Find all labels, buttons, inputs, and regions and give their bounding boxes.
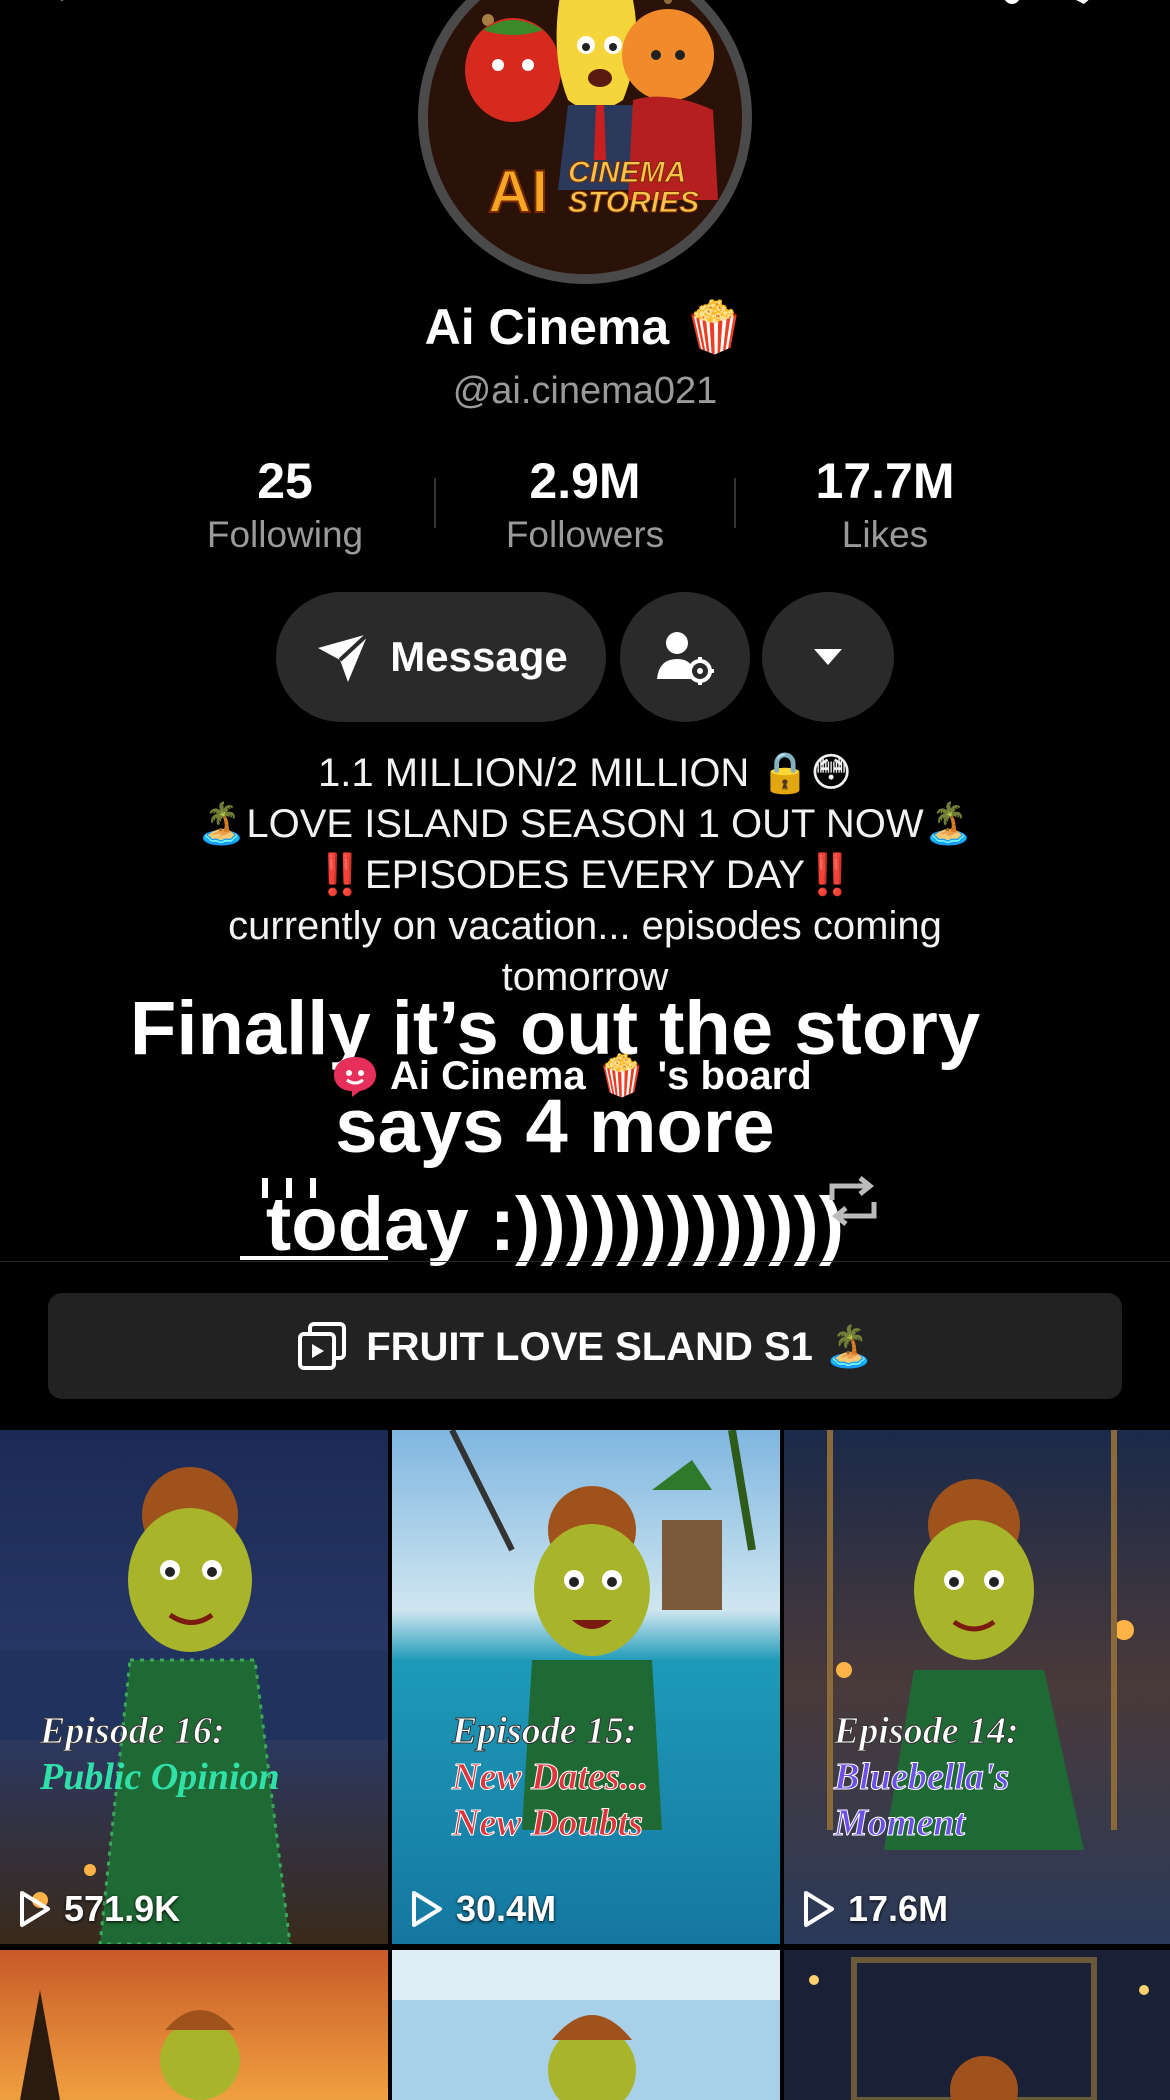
avatar[interactable]: AI CINEMA STORIES — [418, 0, 752, 284]
caption-underline — [240, 1256, 388, 1260]
video-thumbnail — [392, 1950, 780, 2100]
stat-followers-label: Followers — [505, 514, 665, 555]
caret-down-icon — [814, 649, 842, 665]
video-thumbnail — [0, 1950, 388, 2100]
stat-following-value: 25 — [257, 453, 313, 509]
video-thumbnail — [0, 1430, 388, 1944]
stat-following-label: Following — [206, 514, 364, 555]
repost-icon[interactable] — [820, 1172, 886, 1230]
profile-name-text: Ai Cinema — [424, 299, 670, 355]
overlay-caption: Finally it’s out the story says 4 more t… — [0, 980, 1110, 1274]
stat-following[interactable]: 25 Following — [135, 452, 435, 556]
playlist-icon — [298, 1322, 347, 1370]
overlay-caption-line-3: today :))))))))))))) — [265, 1182, 845, 1267]
episode-label: Episode 15: New Dates... New Doubts — [451, 1708, 649, 1846]
episode-subtitle: New Dates... — [451, 1756, 649, 1799]
bio-line-4: currently on vacation... episodes coming — [228, 904, 942, 948]
follow-settings-button[interactable] — [620, 592, 750, 722]
board-bubble-icon — [334, 1056, 376, 1097]
video-thumbnail — [392, 1430, 780, 1944]
video-tile[interactable]: Episode 14: Bluebella's Moment 17.6M — [784, 1430, 1170, 1944]
section-divider — [0, 1261, 1170, 1262]
view-count: 17.6M — [802, 1888, 948, 1930]
episode-subtitle: Bluebella's — [834, 1756, 1010, 1799]
svg-text:CINEMA: CINEMA — [568, 156, 686, 189]
video-thumbnail — [784, 1430, 1170, 1944]
play-icon — [804, 1891, 834, 1927]
stat-likes[interactable]: 17.7M Likes — [735, 452, 1035, 556]
svg-text:STORIES: STORIES — [568, 186, 699, 219]
bio-line-3-text: EPISODES EVERY DAY — [364, 853, 806, 897]
bio-line-1: 1.1 MILLION/2 MILLION 🔒😳 — [318, 751, 852, 795]
board-link[interactable]: Ai Cinema 🍿 's board — [330, 1052, 812, 1099]
board-label: Ai Cinema 🍿 's board — [390, 1054, 812, 1098]
send-icon — [318, 632, 370, 682]
profile-bio: 1.1 MILLION/2 MILLION 🔒😳 🏝️LOVE ISLAND S… — [0, 748, 1170, 1003]
profile-handle: @ai.cinema021 — [452, 370, 718, 412]
episode-title: Episode 14: — [834, 1710, 1020, 1753]
video-tile[interactable] — [784, 1950, 1170, 2100]
top-actions-icons[interactable] — [994, 0, 1114, 26]
person-settings-icon — [657, 632, 714, 685]
bars-icon — [262, 1178, 316, 1198]
profile-name: Ai Cinema 🍿 — [0, 298, 1170, 357]
video-tile[interactable]: Episode 15: New Dates... New Doubts 30.4… — [392, 1430, 780, 1944]
bio-line-2: 🏝️LOVE ISLAND SEASON 1 OUT NOW🏝️ — [196, 802, 974, 846]
stat-likes-label: Likes — [841, 514, 929, 555]
more-options-button[interactable] — [762, 592, 894, 722]
stat-followers-value: 2.9M — [529, 453, 641, 509]
popcorn-emoji: 🍿 — [683, 299, 746, 355]
episode-title: Episode 15: — [451, 1710, 637, 1753]
episode-label: Episode 16: Public Opinion — [40, 1708, 280, 1800]
message-button-label: Message — [390, 633, 568, 680]
view-count: 571.9K — [18, 1888, 180, 1930]
view-count-value: 30.4M — [456, 1888, 557, 1929]
episode-subtitle: Public Opinion — [40, 1756, 280, 1798]
video-thumbnail — [784, 1950, 1170, 2100]
video-tile[interactable] — [392, 1950, 780, 2100]
video-tile[interactable] — [0, 1950, 388, 2100]
exclamation-emoji: ‼️ — [315, 853, 365, 897]
bio-line-3: ‼️EPISODES EVERY DAY‼️ — [0, 850, 1170, 901]
episode-title: Episode 16: — [40, 1710, 226, 1753]
play-icon — [20, 1891, 50, 1927]
exclamation-emoji: ‼️ — [805, 853, 855, 897]
svg-text:AI: AI — [488, 158, 548, 225]
stat-likes-value: 17.7M — [815, 453, 955, 509]
playlist-label: FRUIT LOVE SLAND S1 🏝️ — [366, 1324, 874, 1369]
episode-subtitle: Moment — [834, 1802, 966, 1845]
back-icon[interactable] — [48, 0, 88, 26]
episode-subtitle: New Doubts — [451, 1802, 644, 1845]
episode-label: Episode 14: Bluebella's Moment — [834, 1708, 1020, 1846]
video-tile[interactable]: Episode 16: Public Opinion 571.9K — [0, 1430, 388, 1944]
view-count: 30.4M — [410, 1888, 556, 1930]
play-icon — [412, 1891, 442, 1927]
view-count-value: 17.6M — [848, 1888, 949, 1929]
bell-icon — [1005, 0, 1019, 4]
stat-followers[interactable]: 2.9M Followers — [435, 452, 735, 556]
playlist-button[interactable]: FRUIT LOVE SLAND S1 🏝️ — [48, 1293, 1122, 1399]
view-count-value: 571.9K — [64, 1888, 181, 1929]
share-icon — [1076, 0, 1089, 4]
message-button[interactable]: Message — [276, 592, 606, 722]
